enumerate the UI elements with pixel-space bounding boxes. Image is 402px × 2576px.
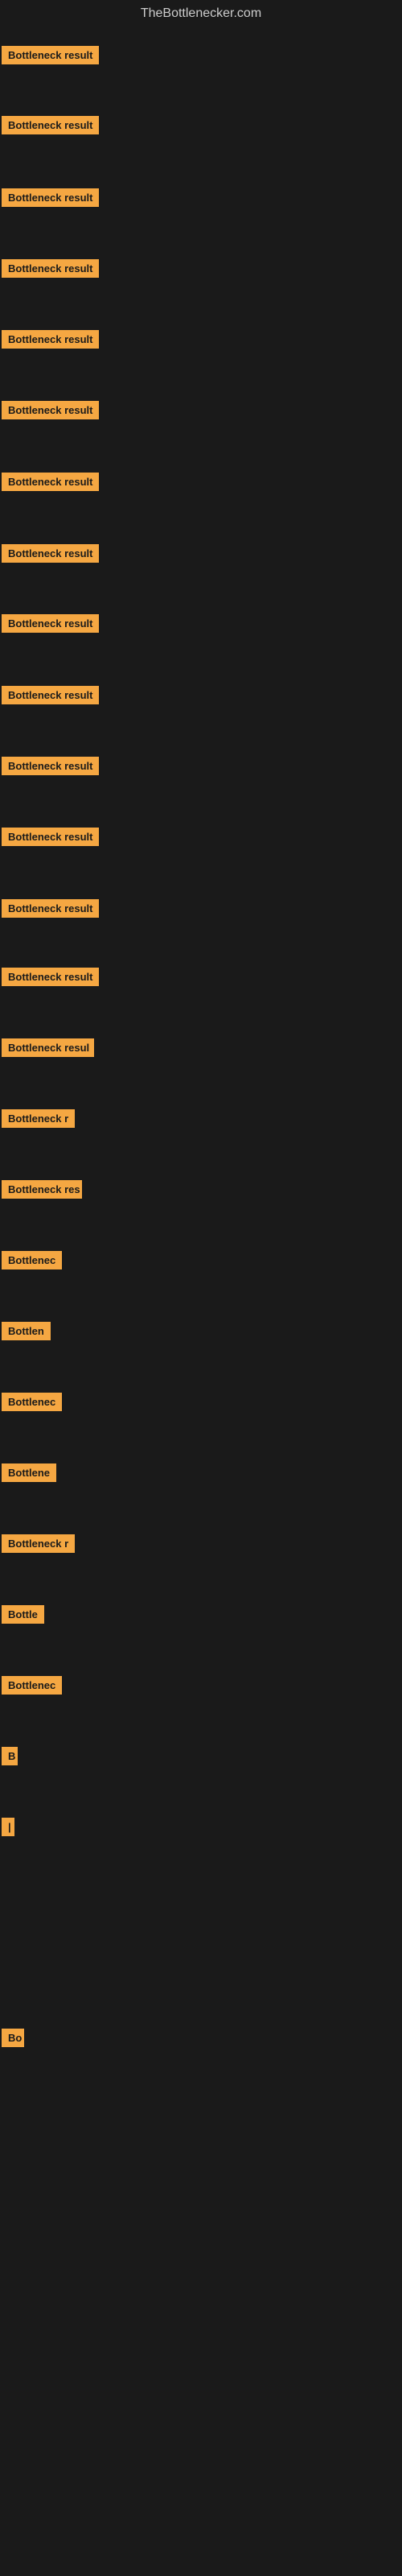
bottleneck-label: Bottlenec [2,1393,62,1411]
bottleneck-label: Bottlene [2,1463,56,1482]
bottleneck-item: | [2,1818,14,1840]
bottleneck-label: Bottlen [2,1322,51,1340]
bottleneck-label: Bottleneck result [2,544,99,563]
bottleneck-item: Bottleneck result [2,614,99,637]
bottleneck-item: Bottleneck result [2,330,99,353]
bottleneck-label: Bottleneck result [2,259,99,278]
bottleneck-label: Bottleneck result [2,828,99,846]
bottleneck-item: Bottlene [2,1463,56,1486]
bottleneck-item: B [2,1747,18,1769]
bottleneck-label: Bottleneck result [2,968,99,986]
bottleneck-item: Bottleneck result [2,188,99,211]
bottleneck-item: Bottle [2,1605,44,1628]
bottleneck-label: Bottleneck result [2,116,99,134]
bottleneck-item: Bottleneck result [2,473,99,495]
bottleneck-item: Bottlen [2,1322,51,1344]
bottleneck-label: | [2,1818,14,1836]
bottleneck-item: Bottlenec [2,1676,62,1699]
bottleneck-item: Bottleneck resul [2,1038,94,1061]
bottleneck-item: Bottleneck result [2,401,99,423]
bottleneck-item: Bottlenec [2,1393,62,1415]
bottleneck-label: Bottlenec [2,1251,62,1269]
bottleneck-item: Bottleneck res [2,1180,82,1203]
bottleneck-label: Bottleneck result [2,686,99,704]
bottleneck-item: Bottleneck result [2,968,99,990]
bottleneck-label: Bottle [2,1605,44,1624]
bottleneck-item: Bottleneck result [2,544,99,567]
bottleneck-item: Bottleneck r [2,1534,75,1557]
bottleneck-label: Bottleneck res [2,1180,82,1199]
bottleneck-label: Bottleneck result [2,473,99,491]
bottleneck-label: Bottleneck resul [2,1038,94,1057]
bottleneck-label: Bottleneck result [2,330,99,349]
bottleneck-label: Bottleneck result [2,757,99,775]
bottleneck-label: Bottleneck r [2,1534,75,1553]
bottleneck-item: Bottleneck result [2,686,99,708]
bottleneck-label: Bottleneck result [2,899,99,918]
site-title: TheBottlenecker.com [0,0,402,27]
bottleneck-label: Bottleneck r [2,1109,75,1128]
bottleneck-label: Bottleneck result [2,401,99,419]
bottleneck-label: Bottleneck result [2,188,99,207]
bottleneck-item: Bottleneck result [2,828,99,850]
bottleneck-item: Bottleneck result [2,46,99,68]
bottleneck-item: Bottleneck result [2,899,99,922]
bottleneck-item: Bottleneck result [2,259,99,282]
bottleneck-item: Bo [2,2029,24,2051]
bottleneck-label: Bottleneck result [2,614,99,633]
bottleneck-item: Bottleneck result [2,116,99,138]
bottleneck-item: Bottleneck result [2,757,99,779]
bottleneck-item: Bottlenec [2,1251,62,1274]
bottleneck-item: Bottleneck r [2,1109,75,1132]
bottleneck-label: Bottleneck result [2,46,99,64]
bottleneck-label: Bo [2,2029,24,2047]
bottleneck-label: B [2,1747,18,1765]
bottleneck-label: Bottlenec [2,1676,62,1695]
